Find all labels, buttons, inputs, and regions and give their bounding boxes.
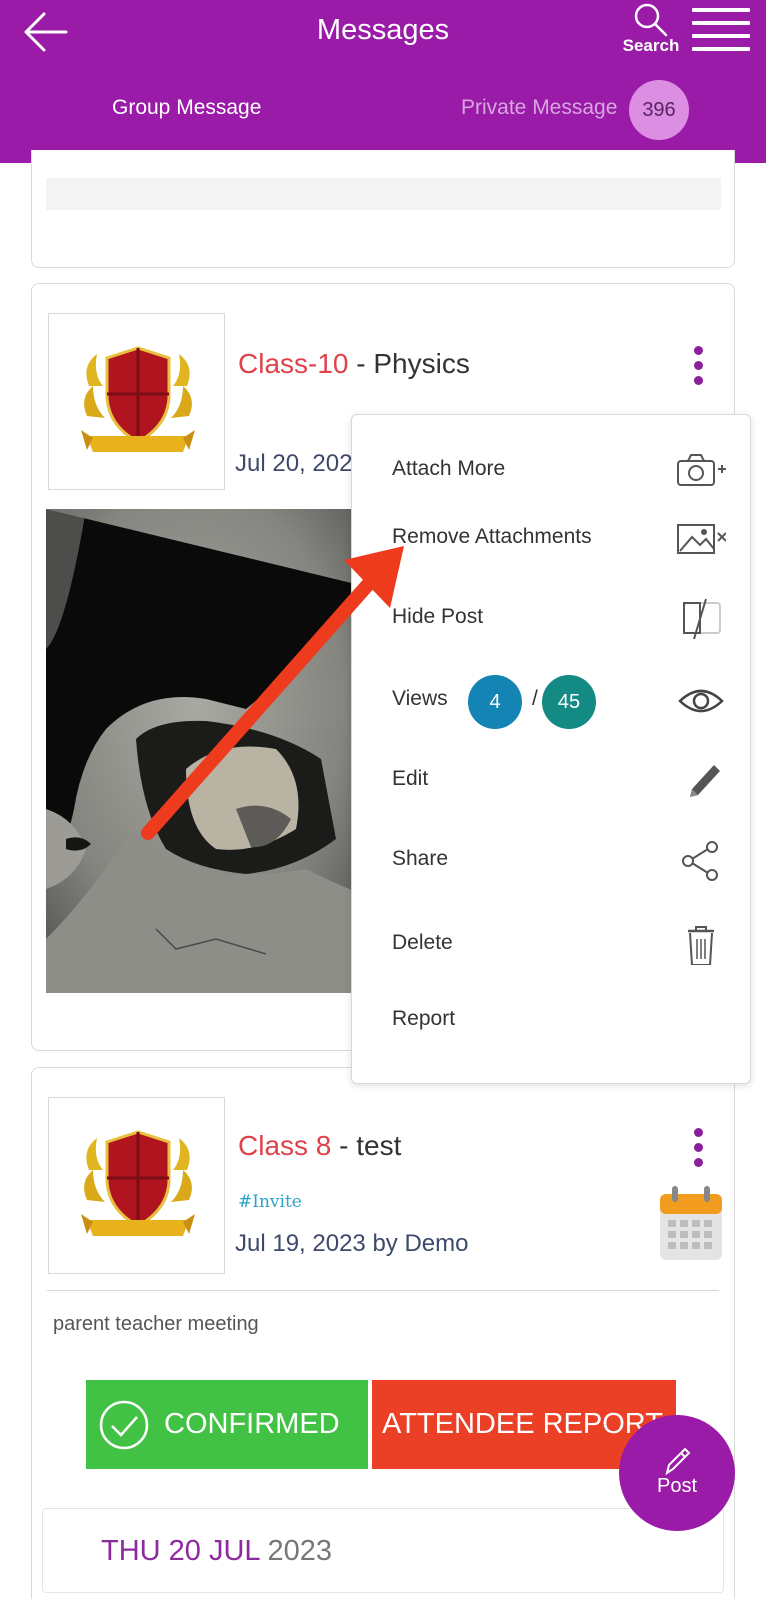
share-icon xyxy=(682,841,718,881)
hide-post-icon xyxy=(683,599,721,639)
event-date-year: 2023 xyxy=(259,1535,333,1567)
school-logo-avatar xyxy=(48,1097,225,1274)
menu-item-report[interactable]: Report xyxy=(352,989,750,1049)
post-options-menu-icon[interactable] xyxy=(690,1128,706,1172)
fab-label: Post xyxy=(656,1475,698,1497)
menu-item-label: Share xyxy=(392,847,449,870)
post-class-name: Class-10 xyxy=(238,348,349,379)
post-attachment-image[interactable] xyxy=(46,509,376,993)
shield-crest-icon xyxy=(81,346,195,452)
post-divider xyxy=(47,1290,719,1291)
post-hashtag[interactable]: #Invite xyxy=(238,1192,302,1212)
calendar-icon xyxy=(660,1186,722,1260)
confirmed-button-label: CONFIRMED xyxy=(164,1408,340,1440)
search-label: Search xyxy=(622,36,680,55)
skull-photo-image xyxy=(46,509,376,993)
confirmed-button[interactable]: CONFIRMED xyxy=(86,1380,368,1469)
check-circle-icon xyxy=(99,1400,149,1449)
tab-private-message[interactable]: Private Message xyxy=(461,96,617,120)
post-subject: Physics xyxy=(373,348,470,379)
image-remove-icon xyxy=(677,524,726,554)
views-separator: / xyxy=(532,687,538,710)
menu-item-label: Hide Post xyxy=(392,605,484,628)
camera-plus-icon xyxy=(677,454,726,486)
shield-crest-icon xyxy=(81,1130,195,1236)
eye-icon xyxy=(678,689,724,713)
post-context-menu: Attach More Remove Attachments Hide Post… xyxy=(351,414,751,1084)
post-date: Jul 20, 202 xyxy=(235,450,353,477)
tab-group-message[interactable]: Group Message xyxy=(112,96,261,120)
previous-post-footer xyxy=(46,178,721,210)
post-title: Class 8 - test xyxy=(238,1130,401,1162)
post-class-name: Class 8 xyxy=(238,1130,332,1161)
menu-item-label: Views xyxy=(392,687,448,710)
menu-item-label: Edit xyxy=(392,767,429,790)
pencil-icon xyxy=(690,765,720,797)
menu-item-hide-post[interactable]: Hide Post xyxy=(352,587,750,647)
menu-item-label: Report xyxy=(392,1007,456,1030)
post-date: Jul 19, 2023 by Demo xyxy=(235,1230,469,1257)
menu-item-label: Delete xyxy=(392,931,453,954)
menu-item-remove-attachments[interactable]: Remove Attachments xyxy=(352,507,750,567)
views-seen-badge: 4 xyxy=(468,675,522,729)
menu-item-delete[interactable]: Delete xyxy=(352,913,750,973)
new-post-fab[interactable]: Post xyxy=(619,1415,735,1531)
post-options-menu-icon[interactable] xyxy=(690,346,706,390)
menu-item-views[interactable]: Views 4 / 45 xyxy=(352,669,750,729)
event-date-day: THU 20 JUL xyxy=(101,1535,260,1567)
post-title-separator: - xyxy=(348,348,374,379)
school-logo-avatar xyxy=(48,313,225,490)
post-title: Class-10 - Physics xyxy=(238,348,470,380)
post-title-separator: - xyxy=(331,1130,357,1161)
attendee-report-label: ATTENDEE REPORT xyxy=(382,1408,663,1440)
menu-item-share[interactable]: Share xyxy=(352,829,750,889)
menu-item-label: Remove Attachments xyxy=(392,525,592,548)
post-description: parent teacher meeting xyxy=(53,1313,259,1335)
event-date: THU 20 JUL 2023 xyxy=(101,1535,332,1568)
search-icon xyxy=(634,3,668,37)
pencil-icon xyxy=(665,1447,691,1476)
menu-item-attach-more[interactable]: Attach More xyxy=(352,439,750,499)
app-header: Messages Search Group Message Private Me… xyxy=(0,0,766,163)
private-message-count-badge: 396 xyxy=(629,80,689,140)
previous-post-card xyxy=(31,150,735,268)
views-total-badge: 45 xyxy=(542,675,596,729)
hamburger-menu-icon[interactable] xyxy=(692,8,750,52)
menu-item-edit[interactable]: Edit xyxy=(352,749,750,809)
post-subject: test xyxy=(356,1130,402,1161)
menu-item-label: Attach More xyxy=(392,457,506,480)
event-date-box: THU 20 JUL 2023 xyxy=(42,1508,724,1593)
search-button[interactable]: Search xyxy=(616,2,686,60)
trash-icon xyxy=(688,926,714,965)
